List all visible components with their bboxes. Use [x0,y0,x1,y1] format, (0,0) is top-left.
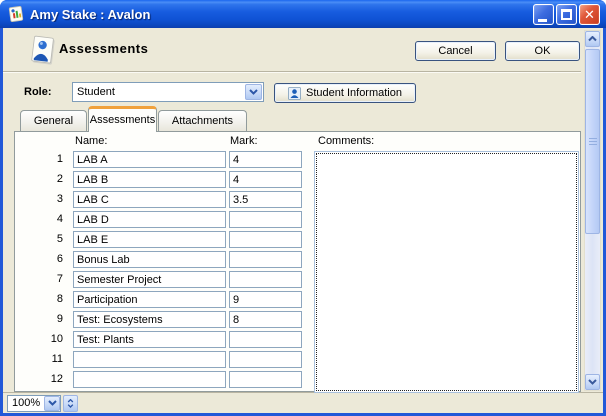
assessment-rows: 1 2 3 4 5 6 7 8 9 [15,150,315,390]
dialog-window: Amy Stake : Avalon ✕ Assessments Cancel … [0,0,606,416]
name-input[interactable] [73,251,226,268]
student-information-label: Student Information [306,84,402,102]
window-title: Amy Stake : Avalon [30,7,533,22]
table-row: 3 [15,190,315,210]
mark-input[interactable] [229,171,302,188]
table-row: 5 [15,230,315,250]
name-input[interactable] [73,371,226,388]
ok-button[interactable]: OK [505,41,580,61]
table-row: 8 [15,290,315,310]
person-icon [288,87,301,100]
row-number: 10 [33,333,63,345]
name-input[interactable] [73,171,226,188]
zoom-control[interactable]: 100% [7,395,61,412]
page-title: Assessments [59,41,148,56]
tab-assessments[interactable]: Assessments [88,106,157,132]
name-input[interactable] [73,191,226,208]
table-row: 6 [15,250,315,270]
table-row: 10 [15,330,315,350]
row-number: 1 [33,153,63,165]
row-number: 3 [33,193,63,205]
zoom-dropdown-icon[interactable] [44,396,60,411]
mark-input[interactable] [229,331,302,348]
mark-input[interactable] [229,251,302,268]
table-row: 1 [15,150,315,170]
cancel-button[interactable]: Cancel [415,41,496,61]
name-input[interactable] [73,271,226,288]
name-column-header: Name: [75,135,107,147]
role-selected-value: Student [73,86,244,98]
table-row: 2 [15,170,315,190]
role-select[interactable]: Student [72,82,264,102]
role-label: Role: [24,86,52,98]
name-input[interactable] [73,351,226,368]
assessments-panel: Name: Mark: Comments: 1 2 3 4 5 6 7 [14,131,581,392]
scroll-down-icon[interactable] [585,374,600,390]
scrollbar-grip-icon [589,138,597,146]
scrollbar-thumb[interactable] [585,49,600,234]
table-row: 11 [15,350,315,370]
minimize-icon [538,19,547,22]
zoom-stepper[interactable] [63,395,78,412]
name-input[interactable] [73,291,226,308]
chevron-down-icon[interactable] [245,84,262,100]
row-number: 9 [33,313,63,325]
row-number: 7 [33,273,63,285]
comments-label: Comments: [318,135,374,147]
mark-input[interactable] [229,211,302,228]
mark-input[interactable] [229,371,302,388]
name-input[interactable] [73,151,226,168]
row-number: 4 [33,213,63,225]
mark-input[interactable] [229,231,302,248]
dialog-body: Assessments Cancel OK Role: Student Stud… [3,28,603,413]
row-number: 2 [33,173,63,185]
maximize-button[interactable] [556,4,577,25]
mark-input[interactable] [229,151,302,168]
scroll-up-icon[interactable] [585,31,600,47]
table-row: 12 [15,370,315,390]
close-icon: ✕ [580,5,599,24]
tab-general[interactable]: General [20,110,87,132]
tab-attachments[interactable]: Attachments [158,110,247,132]
header-separator [3,71,581,73]
assessments-icon [27,34,57,66]
row-number: 11 [33,353,63,365]
name-input[interactable] [73,231,226,248]
mark-input[interactable] [229,271,302,288]
vertical-scrollbar[interactable] [584,30,601,391]
mark-input[interactable] [229,191,302,208]
app-icon [7,5,25,23]
table-row: 7 [15,270,315,290]
student-information-button[interactable]: Student Information [274,83,416,103]
minimize-button[interactable] [533,4,554,25]
name-input[interactable] [73,211,226,228]
name-input[interactable] [73,331,226,348]
mark-input[interactable] [229,311,302,328]
row-number: 6 [33,253,63,265]
maximize-icon [561,9,572,20]
row-number: 8 [33,293,63,305]
mark-input[interactable] [229,351,302,368]
table-row: 4 [15,210,315,230]
mark-column-header: Mark: [230,135,258,147]
row-number: 12 [33,373,63,385]
name-input[interactable] [73,311,226,328]
table-row: 9 [15,310,315,330]
row-number: 5 [33,233,63,245]
title-bar[interactable]: Amy Stake : Avalon ✕ [0,0,606,28]
comments-field-frame [314,151,579,393]
zoom-level: 100% [8,397,44,409]
mark-input[interactable] [229,291,302,308]
status-bar: 100% [3,392,603,413]
close-button[interactable]: ✕ [579,4,600,25]
comments-textarea[interactable] [316,153,577,391]
